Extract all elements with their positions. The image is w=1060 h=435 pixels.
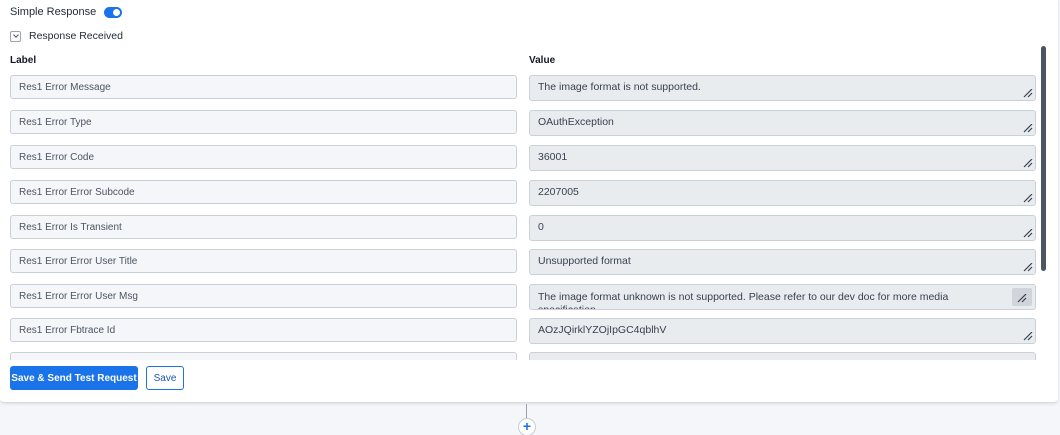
resize-handle-icon[interactable] bbox=[1023, 159, 1033, 168]
resize-handle-icon[interactable] bbox=[1023, 263, 1033, 272]
field-row: Res1 Error Fbtrace Id AOzJQirklYZOjIpGC4… bbox=[0, 318, 1040, 344]
field-label[interactable]: Res1 Error Fbtrace Id bbox=[10, 318, 517, 342]
value-column-header: Value bbox=[529, 55, 556, 66]
chevron-down-icon[interactable] bbox=[10, 30, 21, 42]
field-value-text: OAuthException bbox=[538, 116, 614, 128]
field-label[interactable]: Res1 Error Code bbox=[10, 145, 517, 169]
response-received-row: Response Received bbox=[10, 30, 123, 42]
field-value[interactable]: The image format is not supported. bbox=[529, 75, 1036, 101]
field-value[interactable]: 0 bbox=[529, 215, 1036, 241]
field-value-text: The image format unknown is not supporte… bbox=[538, 291, 949, 310]
resize-handle-icon[interactable] bbox=[1023, 332, 1033, 341]
field-value-text: 36001 bbox=[538, 151, 568, 163]
response-received-label: Response Received bbox=[29, 30, 123, 42]
resize-handle-icon[interactable] bbox=[1023, 124, 1033, 133]
field-value-text: AOzJQirklYZOjIpGC4qblhV bbox=[538, 324, 667, 336]
resize-handle-icon[interactable] bbox=[1023, 194, 1033, 203]
field-value-text: Unsupported format bbox=[538, 255, 631, 267]
field-row: Res1 Error Message The image format is n… bbox=[0, 75, 1040, 101]
field-value-text: 0 bbox=[538, 221, 544, 233]
field-value[interactable]: 2207005 bbox=[529, 180, 1036, 206]
simple-response-toggle[interactable] bbox=[104, 6, 123, 18]
response-panel: Simple Response Response Received Label … bbox=[0, 0, 1058, 403]
field-value[interactable]: 36001 bbox=[529, 145, 1036, 171]
resize-handle-icon[interactable] bbox=[1023, 229, 1033, 238]
field-label[interactable]: Res1 Error Message bbox=[10, 75, 517, 99]
field-label[interactable]: Res1 Error Error Subcode bbox=[10, 180, 517, 204]
field-row: Res1 Error Code 36001 bbox=[0, 145, 1040, 171]
field-row bbox=[0, 352, 1040, 360]
field-value[interactable]: Unsupported format bbox=[529, 249, 1036, 275]
field-row: Res1 Error Error User Msg The image form… bbox=[0, 284, 1040, 310]
simple-response-row: Simple Response bbox=[10, 5, 123, 19]
field-label[interactable]: Res1 Error Is Transient bbox=[10, 215, 517, 239]
field-value-text: The image format is not supported. bbox=[538, 81, 701, 93]
simple-response-label: Simple Response bbox=[10, 6, 97, 18]
field-label[interactable]: Res1 Error Error User Msg bbox=[10, 284, 517, 308]
scrollbar-thumb[interactable] bbox=[1041, 46, 1046, 271]
save-button[interactable]: Save bbox=[146, 366, 184, 390]
field-row: Res1 Error Is Transient 0 bbox=[0, 215, 1040, 241]
field-label[interactable]: Res1 Error Error User Title bbox=[10, 249, 517, 273]
field-value[interactable]: OAuthException bbox=[529, 110, 1036, 136]
label-column-header: Label bbox=[10, 55, 37, 66]
field-label[interactable] bbox=[10, 352, 517, 360]
field-value[interactable]: AOzJQirklYZOjIpGC4qblhV bbox=[529, 318, 1036, 344]
field-row: Res1 Error Error Subcode 2207005 bbox=[0, 180, 1040, 206]
flow-connector-line bbox=[526, 404, 527, 418]
field-label[interactable]: Res1 Error Type bbox=[10, 110, 517, 134]
response-fields-list: Res1 Error Message The image format is n… bbox=[0, 75, 1040, 360]
add-step-plus-icon[interactable]: + bbox=[518, 418, 536, 435]
field-value-text: 2207005 bbox=[538, 186, 579, 198]
field-value[interactable]: The image format unknown is not supporte… bbox=[529, 284, 1036, 310]
field-value[interactable] bbox=[529, 352, 1036, 360]
resize-handle-icon[interactable] bbox=[1023, 89, 1033, 98]
field-row: Res1 Error Type OAuthException bbox=[0, 110, 1040, 136]
field-row: Res1 Error Error User Title Unsupported … bbox=[0, 249, 1040, 275]
resize-handle-icon[interactable] bbox=[1017, 294, 1027, 303]
save-and-send-button[interactable]: Save & Send Test Request bbox=[10, 366, 138, 390]
